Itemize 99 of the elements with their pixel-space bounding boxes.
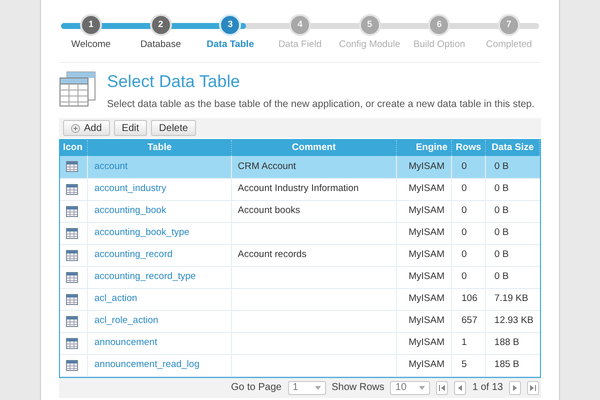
table-icon — [66, 360, 78, 370]
rows-cell: 657 — [451, 310, 486, 332]
table-name-cell[interactable]: announcement — [88, 332, 232, 354]
step-label: Database — [140, 38, 181, 52]
step-label: Build Option — [413, 38, 466, 52]
add-icon — [71, 124, 80, 132]
table-name-cell[interactable]: accounting_record_type — [88, 266, 232, 288]
toolbar-button[interactable]: Edit — [114, 120, 148, 136]
table-row[interactable]: accounting_book Account books MyISAM 0 0 B — [60, 200, 540, 222]
size-cell: 0 B — [486, 222, 540, 244]
size-cell: 0 B — [486, 178, 540, 200]
size-cell: 0 B — [486, 200, 540, 222]
engine-cell: MyISAM — [396, 178, 451, 200]
page-info: 1 of 13 — [472, 381, 503, 395]
show-rows-label: Show Rows — [332, 381, 384, 395]
step-number: 1 — [80, 14, 102, 36]
rows-cell: 0 — [451, 178, 486, 200]
rows-cell: 0 — [451, 266, 486, 288]
table-icon — [66, 228, 78, 238]
table-row[interactable]: accounting_record_type MyISAM 0 0 B — [60, 266, 540, 288]
table-row[interactable]: announcement_read_log MyISAM 5 185 B — [60, 354, 540, 376]
rows-cell: 0 — [451, 156, 486, 178]
size-cell: 0 B — [486, 266, 540, 288]
dropdown-caret-icon — [314, 386, 321, 390]
first-page-icon — [439, 384, 446, 390]
table-icon — [66, 250, 78, 260]
step-label: Config Module — [338, 38, 400, 52]
step-number: 7 — [498, 14, 520, 36]
last-page-icon — [530, 384, 536, 390]
step-label: Welcome — [71, 38, 111, 52]
table-row[interactable]: acl_role_action MyISAM 657 12.93 KB — [60, 310, 540, 332]
size-cell: 185 B — [486, 354, 540, 376]
go-to-page-label: Go to Page — [231, 381, 282, 395]
engine-cell: MyISAM — [396, 200, 451, 222]
engine-cell: MyISAM — [396, 332, 451, 354]
table-row[interactable]: acl_action MyISAM 106 7.19 KB — [60, 288, 540, 310]
table-name-cell[interactable]: accounting_record — [88, 244, 232, 266]
comment-cell: Account records — [231, 244, 396, 266]
size-cell: 12.93 KB — [486, 310, 540, 332]
table-name-cell[interactable]: announcement_read_log — [88, 354, 232, 376]
table-icon — [66, 294, 78, 304]
dropdown-caret-icon — [419, 386, 426, 390]
engine-cell: MyISAM — [396, 266, 451, 288]
comment-cell: Account Industry Information — [231, 178, 396, 200]
size-cell: 188 B — [486, 332, 540, 354]
rows-cell: 0 — [451, 222, 486, 244]
size-cell: 7.19 KB — [486, 288, 540, 310]
page-select[interactable]: 1 — [288, 380, 326, 394]
size-cell: 0 B — [486, 244, 540, 266]
table-icon — [66, 184, 78, 194]
table-icon — [66, 206, 78, 216]
engine-cell: MyISAM — [396, 222, 451, 244]
last-page-button[interactable] — [527, 380, 539, 394]
rows-cell: 0 — [451, 200, 486, 222]
table-row[interactable]: announcement MyISAM 1 188 B — [60, 332, 540, 354]
page-title: Select Data Table — [107, 71, 241, 93]
rows-cell: 0 — [451, 244, 486, 266]
next-page-icon — [512, 384, 518, 390]
comment-cell: Account books — [231, 200, 396, 222]
table-row[interactable]: account_industry Account Industry Information MyISAM 0 0 B — [60, 178, 540, 200]
rows-select[interactable]: 10 — [390, 380, 430, 394]
previous-page-button[interactable] — [454, 380, 466, 394]
step-number: 6 — [428, 14, 450, 36]
table-icon — [66, 161, 78, 172]
table-row[interactable]: account CRM Account MyISAM 0 0 B — [60, 156, 540, 178]
previous-page-icon — [457, 384, 464, 390]
table-icon — [66, 338, 78, 348]
engine-cell: MyISAM — [396, 354, 451, 376]
table-name-cell[interactable]: acl_action — [88, 288, 232, 310]
toolbar-button[interactable]: Add — [63, 120, 110, 136]
comment-cell: CRM Account — [231, 156, 396, 178]
table-name-cell[interactable]: acl_role_action — [88, 310, 232, 332]
next-page-button[interactable] — [509, 380, 521, 394]
step-label: Data Table — [206, 38, 254, 52]
table-name-cell[interactable]: account_industry — [88, 178, 232, 200]
table-name-cell[interactable]: accounting_book_type — [88, 222, 232, 244]
engine-cell: MyISAM — [396, 244, 451, 266]
table-name-cell[interactable]: accounting_book — [88, 200, 232, 222]
first-page-button[interactable] — [436, 380, 448, 394]
step-label: Completed — [486, 38, 532, 52]
table-icon — [66, 272, 78, 282]
tables-icon — [59, 71, 97, 107]
engine-cell: MyISAM — [396, 156, 451, 178]
toolbar-button[interactable]: Delete — [151, 120, 196, 136]
step-label: Data Field — [278, 38, 322, 52]
table-icon — [66, 316, 78, 326]
step-number: 4 — [288, 14, 311, 36]
rows-cell: 5 — [451, 354, 486, 376]
size-cell: 0 B — [486, 156, 540, 178]
rows-cell: 1 — [451, 332, 486, 354]
rows-cell: 106 — [451, 288, 486, 310]
table-row[interactable]: accounting_record Account records MyISAM 0 0 B — [60, 244, 540, 266]
step-number: 3 — [219, 14, 242, 36]
engine-cell: MyISAM — [396, 310, 451, 332]
table-row[interactable]: accounting_book_type MyISAM 0 0 B — [60, 222, 540, 244]
step-number: 2 — [150, 14, 172, 36]
step-number: 5 — [358, 14, 381, 36]
page-description: Select data table as the base table of the new application, or create a new data table in this step. — [107, 98, 534, 112]
engine-cell: MyISAM — [396, 288, 451, 310]
